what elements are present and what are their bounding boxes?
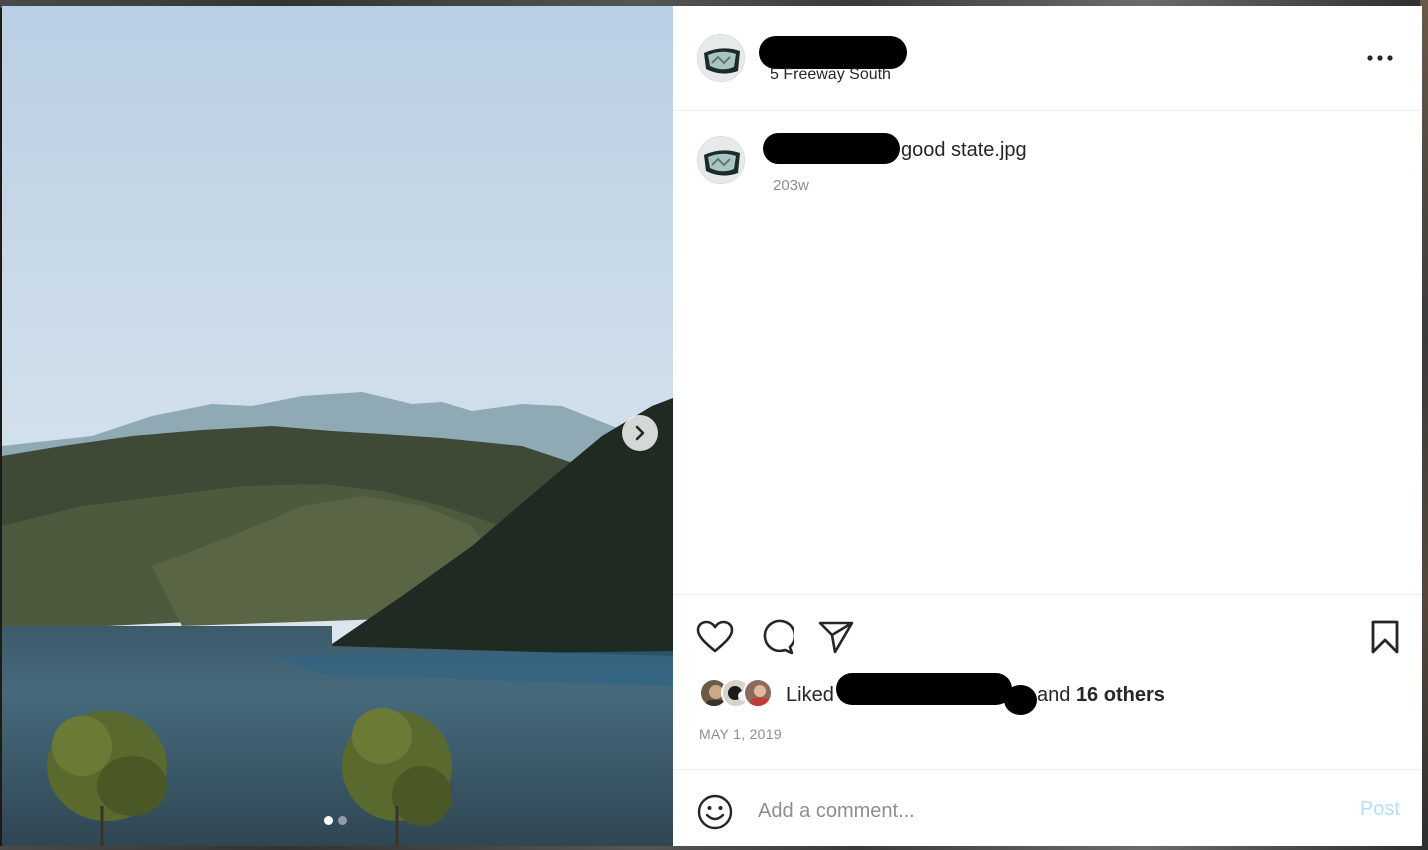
caption-avatar[interactable] [697,136,745,184]
redacted-liker-name [836,673,1012,705]
likes-and-label: and [1037,684,1071,706]
more-options-button[interactable] [1366,44,1394,72]
action-bar [673,594,1422,674]
avatar-image [698,137,744,183]
send-icon [818,621,854,654]
more-horizontal-icon [1367,55,1393,61]
background-bottom [0,846,1428,850]
liker-avatar[interactable] [743,678,773,708]
comment-input[interactable] [758,796,1318,826]
likes-others[interactable]: and 16 others [1037,684,1165,707]
like-button[interactable] [695,617,735,657]
likes-count[interactable]: 16 others [1076,684,1165,706]
avatar-image [698,35,744,81]
emoji-button[interactable] [695,792,735,832]
redacted-username [759,36,907,69]
redacted-liker-mark [1004,685,1037,715]
bookmark-icon [1371,620,1399,654]
comment-button[interactable] [756,617,796,657]
carousel-dot [324,816,333,825]
carousel-indicator [324,816,347,825]
chevron-right-icon [635,425,645,441]
caption-text: good state.jpg [901,139,1027,161]
liker-avatar-image [750,685,770,706]
post-button[interactable]: Post [1360,798,1400,821]
share-button[interactable] [816,617,856,657]
comment-icon [763,619,794,655]
heart-icon [696,620,734,653]
carousel-dot [338,816,347,825]
post-photo[interactable] [2,6,673,846]
screen: 5 Freeway South good state.jpg 203w Like… [0,0,1428,850]
next-photo-button[interactable] [622,415,658,451]
save-button[interactable] [1365,617,1405,657]
landscape-photo [2,6,673,846]
caption-timestamp[interactable]: 203w [773,177,809,194]
post-header: 5 Freeway South [673,6,1422,111]
avatar[interactable] [697,34,745,82]
post-date[interactable]: MAY 1, 2019 [699,726,782,742]
post-location[interactable]: 5 Freeway South [770,66,891,84]
emoji-icon [697,794,733,830]
post-side-panel: 5 Freeway South good state.jpg 203w Like… [673,6,1422,846]
redacted-caption-username [763,133,900,164]
comment-bar: Post [673,769,1422,846]
